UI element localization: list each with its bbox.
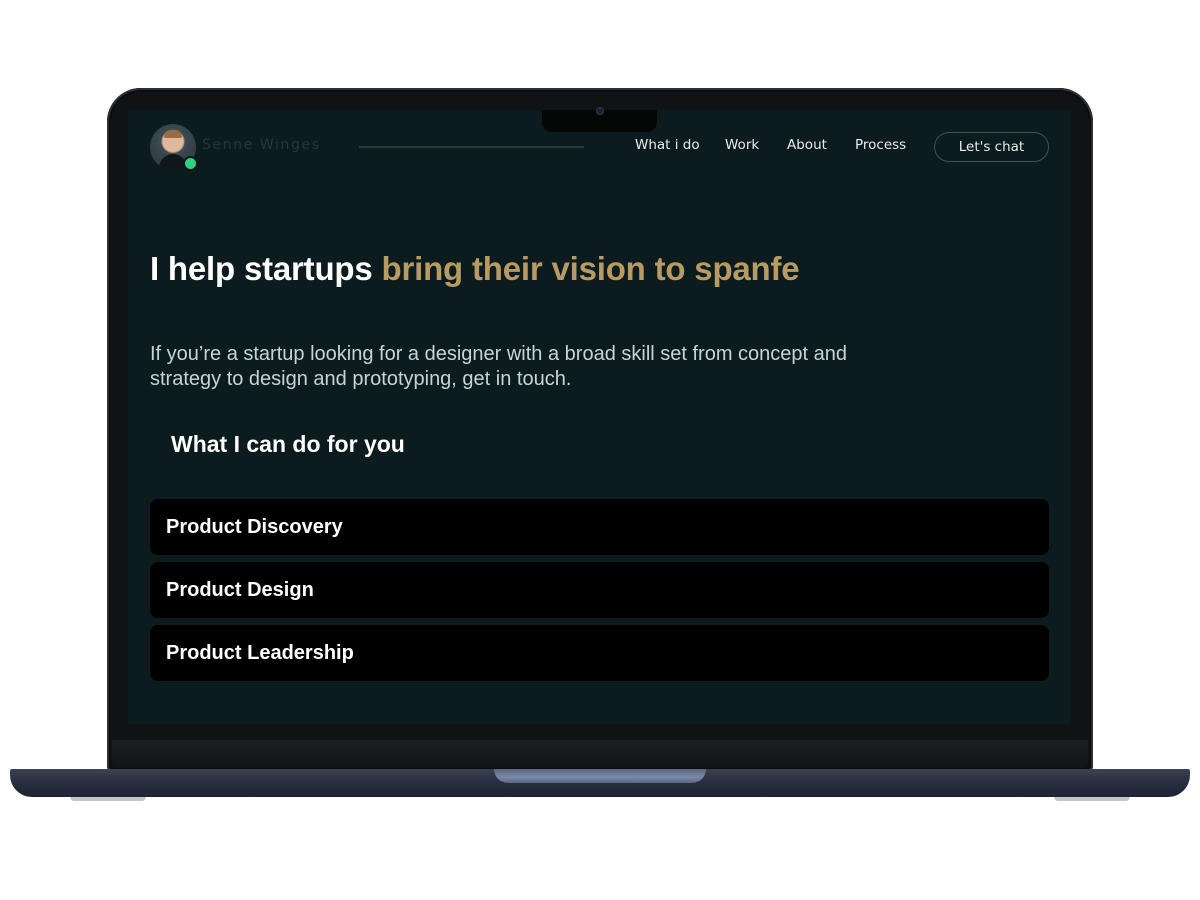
hero-headline-start: I help startups [150,250,373,287]
hero-headline-accent: bring their vision to spanfe [381,250,800,287]
lets-chat-button[interactable]: Let's chat [934,132,1049,162]
website-screen: Senne Winges What i do Work About Proces… [128,110,1071,724]
nav-link-work[interactable]: Work [725,137,759,153]
online-status-icon [185,158,196,169]
nav-link-process[interactable]: Process [855,137,906,153]
laptop-foot-left [70,797,146,801]
service-card-label: Product Design [166,579,314,601]
avatar-hair [164,130,182,138]
laptop-foot-right [1054,797,1130,801]
avatar-shirt [159,154,187,170]
laptop-lid-chin [112,740,1088,768]
laptop-mockup: Senne Winges What i do Work About Proces… [0,0,1200,900]
intro-paragraph: If you’re a startup looking for a design… [150,343,848,390]
nav-divider-line [359,146,584,148]
hero-headline: I help startups bring their vision to sp… [150,250,800,288]
service-card-product-discovery[interactable]: Product Discovery [150,499,1049,555]
nav-link-what-i-do[interactable]: What i do [635,137,700,153]
nav-link-about[interactable]: About [787,137,827,153]
services-heading: What I can do for you [171,431,405,457]
laptop-hinge [494,769,706,783]
service-card-product-design[interactable]: Product Design [150,562,1049,618]
service-card-label: Product Leadership [166,642,354,664]
service-card-label: Product Discovery [166,516,343,538]
brand-name[interactable]: Senne Winges [202,137,321,153]
webcam-icon [596,107,604,115]
service-card-product-leadership[interactable]: Product Leadership [150,625,1049,681]
